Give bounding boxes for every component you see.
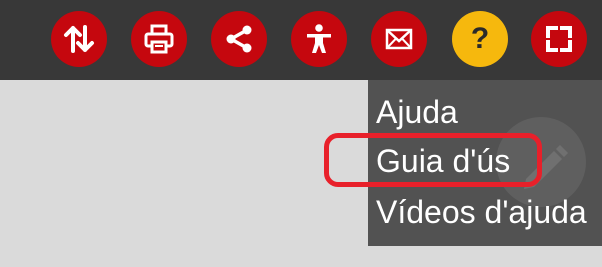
print-icon xyxy=(144,24,174,54)
accessibility-button[interactable] xyxy=(291,11,347,67)
print-button[interactable] xyxy=(131,11,187,67)
help-icon: ? xyxy=(470,22,490,55)
accessibility-icon xyxy=(307,24,331,53)
menu-item-guia-dus[interactable]: Guia d'ús xyxy=(376,141,510,181)
sort-arrows-icon xyxy=(64,25,94,53)
sort-button[interactable] xyxy=(51,11,107,67)
share-icon xyxy=(226,25,252,53)
fullscreen-button[interactable] xyxy=(531,11,587,67)
mail-button[interactable] xyxy=(371,11,427,67)
top-toolbar: ? xyxy=(0,0,602,80)
mail-icon xyxy=(385,28,413,50)
share-button[interactable] xyxy=(211,11,267,67)
help-button[interactable]: ? xyxy=(452,11,508,67)
fullscreen-icon xyxy=(546,26,572,52)
menu-item-videos-ajuda[interactable]: Vídeos d'ajuda xyxy=(376,192,587,232)
help-dropdown-menu: Ajuda Guia d'ús Vídeos d'ajuda xyxy=(368,80,602,246)
menu-item-ajuda[interactable]: Ajuda xyxy=(376,92,458,132)
